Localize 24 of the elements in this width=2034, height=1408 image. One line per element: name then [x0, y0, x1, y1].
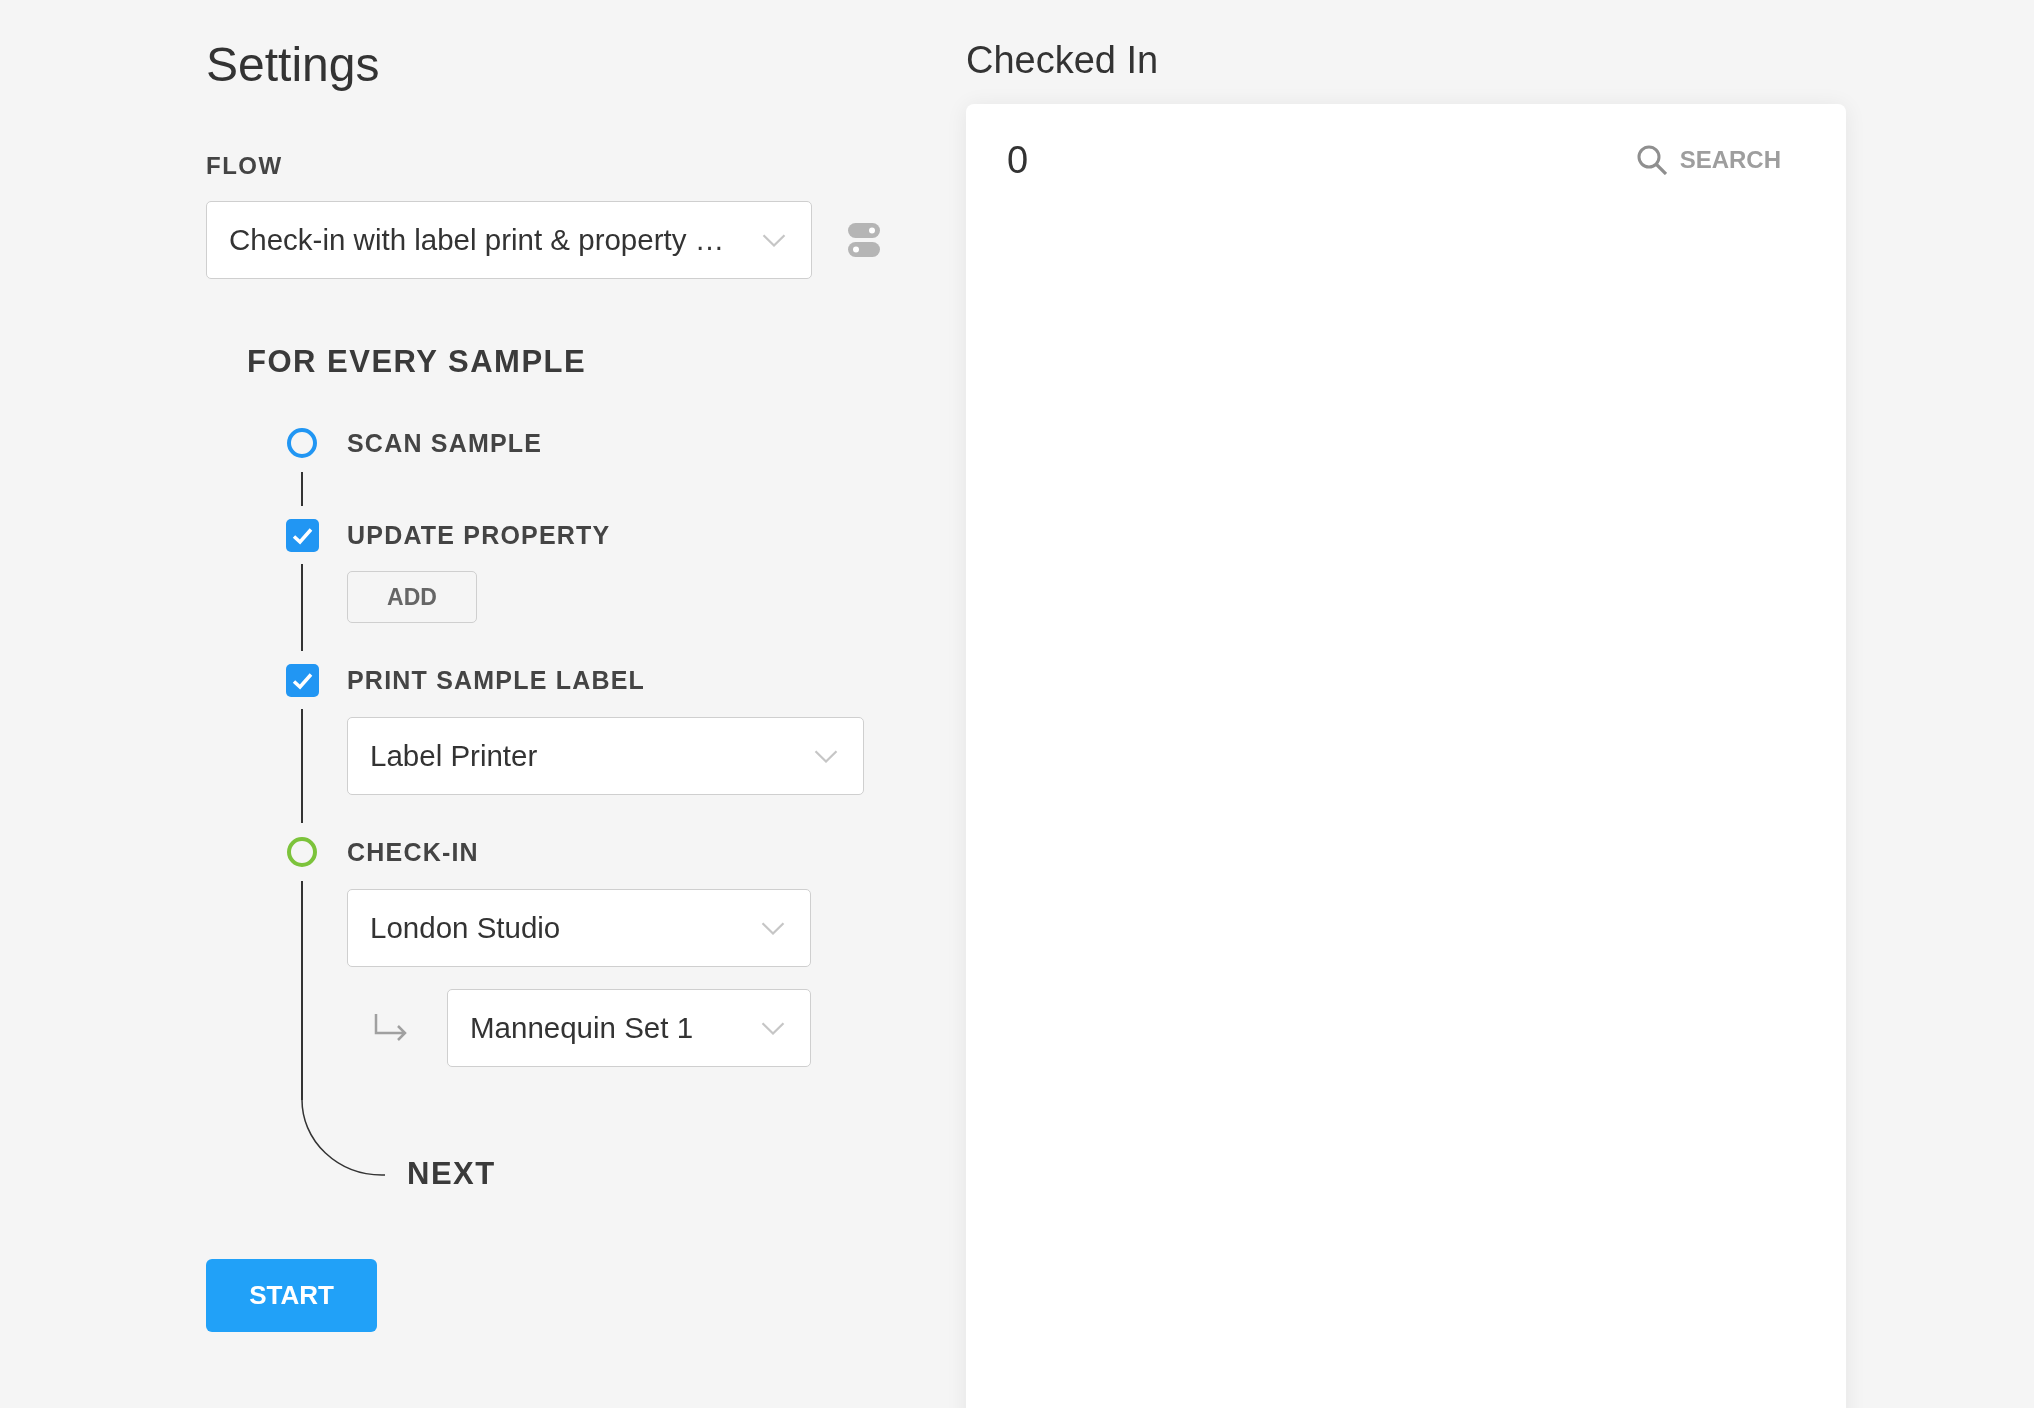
step-title: PRINT SAMPLE LABEL [347, 665, 645, 695]
step-title: UPDATE PROPERTY [347, 520, 611, 550]
panel-title: Checked In [966, 38, 1159, 82]
select-field[interactable]: Check-in with label print & property … [206, 201, 812, 279]
select-field[interactable]: Mannequin Set 1 [447, 989, 811, 1067]
page-title: Settings [206, 37, 380, 93]
chevron-down-icon [814, 749, 838, 763]
chevron-down-icon [761, 1021, 785, 1035]
select-field[interactable]: London Studio [347, 889, 811, 967]
checkbox[interactable] [285, 518, 319, 552]
next-label: NEXT [407, 1156, 496, 1192]
search-icon [1636, 145, 1667, 175]
checked-in-count: 0 [1007, 140, 1029, 180]
select-field[interactable]: Label Printer [347, 717, 864, 795]
chevron-down-icon [762, 233, 786, 247]
checkbox[interactable] [285, 663, 319, 697]
toggle-switches-icon[interactable] [848, 223, 880, 257]
step-connector [301, 472, 303, 506]
flow-label: FLOW [206, 152, 283, 180]
loop-heading: FOR EVERY SAMPLE [247, 344, 587, 380]
add-button[interactable]: ADD [347, 571, 477, 623]
step-title: SCAN SAMPLE [347, 428, 543, 458]
step-title: CHECK-IN [347, 837, 479, 867]
chevron-down-icon [761, 921, 785, 935]
